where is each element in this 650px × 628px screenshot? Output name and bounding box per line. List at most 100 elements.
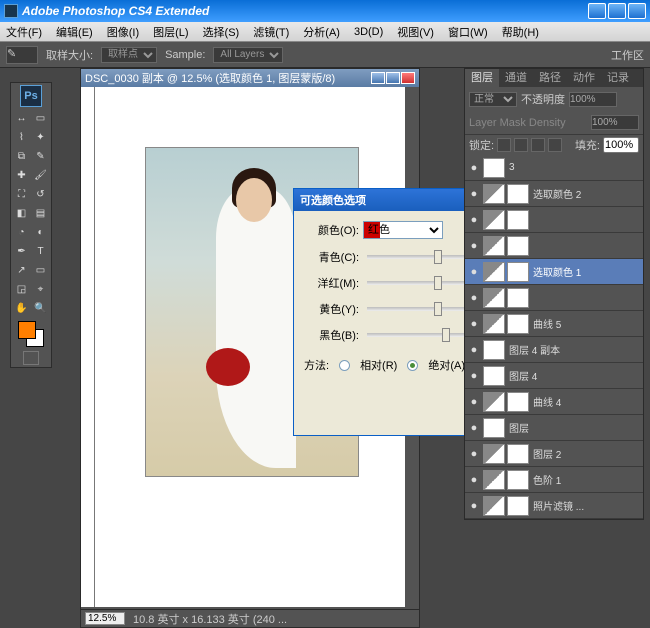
layer-row[interactable]: ● 图层 2 [465,441,643,467]
sample-size-select[interactable]: 取样点 [101,47,157,63]
layer-mask-thumb[interactable] [507,236,529,256]
visibility-icon[interactable]: ● [467,500,481,512]
layer-mask-thumb[interactable] [507,262,529,282]
layer-mask-thumb[interactable] [507,288,529,308]
layer-row[interactable]: ● 照片滤镜 ... [465,493,643,519]
tab-layers[interactable]: 图层 [465,69,499,87]
method-relative-radio[interactable] [339,360,350,371]
menu-view[interactable]: 视图(V) [397,24,434,40]
layer-thumb[interactable] [483,366,505,386]
camera-tool[interactable]: ⌖ [32,280,50,298]
layer-thumb[interactable] [483,236,505,256]
layer-mask-thumb[interactable] [507,210,529,230]
layer-row[interactable]: ● 图层 [465,415,643,441]
path-tool[interactable]: ↗ [13,261,31,279]
menu-layer[interactable]: 图层(L) [153,24,188,40]
tab-history[interactable]: 记录 [601,69,635,87]
stamp-tool[interactable]: ⛶ [13,185,31,203]
visibility-icon[interactable]: ● [467,474,481,486]
brush-tool[interactable]: 🖌 [32,166,50,184]
gradient-tool[interactable]: ▤ [32,204,50,222]
color-select[interactable]: 红色 [363,221,443,239]
tab-channels[interactable]: 通道 [499,69,533,87]
crop-tool[interactable]: ⧉ [13,147,31,165]
visibility-icon[interactable]: ● [467,396,481,408]
lock-pixels-icon[interactable] [514,138,528,152]
visibility-icon[interactable]: ● [467,292,481,304]
lock-position-icon[interactable] [531,138,545,152]
menu-window[interactable]: 窗口(W) [448,24,488,40]
lasso-tool[interactable]: ⌇ [13,128,31,146]
layer-thumb[interactable] [483,470,505,490]
layer-mask-thumb[interactable] [507,314,529,334]
layer-mask-thumb[interactable] [507,496,529,516]
layer-row[interactable]: ● 选取颜色 1 [465,259,643,285]
shape-tool[interactable]: ▭ [32,261,50,279]
layer-row[interactable]: ● [465,207,643,233]
eyedropper-tool[interactable]: ✎ [32,147,50,165]
text-tool[interactable]: T [32,242,50,260]
zoom-tool[interactable]: 🔍 [32,299,50,317]
ruler-vertical[interactable] [81,87,95,607]
layer-row[interactable]: ● 选取颜色 2 [465,181,643,207]
layer-thumb[interactable] [483,158,505,178]
color-swatch[interactable] [18,321,44,347]
doc-close[interactable] [401,72,415,84]
layer-mask-thumb[interactable] [507,470,529,490]
lock-all-icon[interactable] [548,138,562,152]
layer-thumb[interactable] [483,288,505,308]
layer-thumb[interactable] [483,444,505,464]
blur-tool[interactable]: ◔ [13,223,31,241]
menu-help[interactable]: 帮助(H) [502,24,539,40]
menu-file[interactable]: 文件(F) [6,24,42,40]
layer-thumb[interactable] [483,314,505,334]
visibility-icon[interactable]: ● [467,422,481,434]
layer-row[interactable]: ● 曲线 5 [465,311,643,337]
menu-analysis[interactable]: 分析(A) [303,24,340,40]
zoom-input[interactable] [85,612,125,625]
doc-maximize[interactable] [386,72,400,84]
visibility-icon[interactable]: ● [467,162,481,174]
visibility-icon[interactable]: ● [467,448,481,460]
3d-tool[interactable]: ◲ [13,280,31,298]
fill-input[interactable] [603,137,639,153]
history-brush-tool[interactable]: ↺ [32,185,50,203]
window-maximize[interactable] [608,3,626,19]
tab-actions[interactable]: 动作 [567,69,601,87]
layer-thumb[interactable] [483,496,505,516]
menu-filter[interactable]: 滤镜(T) [253,24,289,40]
quickmask-toggle[interactable] [23,351,39,365]
visibility-icon[interactable]: ● [467,318,481,330]
layer-thumb[interactable] [483,392,505,412]
wand-tool[interactable]: ✦ [32,128,50,146]
hand-tool[interactable]: ✋ [13,299,31,317]
eraser-tool[interactable]: ◧ [13,204,31,222]
layer-row[interactable]: ● [465,233,643,259]
visibility-icon[interactable]: ● [467,370,481,382]
layer-row[interactable]: ● 色阶 1 [465,467,643,493]
blend-mode-select[interactable]: 正常 [469,92,517,107]
eyedropper-tool-icon[interactable]: ✎ [6,46,38,64]
layer-thumb[interactable] [483,262,505,282]
layer-row[interactable]: ● 图层 4 副本 [465,337,643,363]
pen-tool[interactable]: ✒ [13,242,31,260]
layer-thumb[interactable] [483,184,505,204]
layer-mask-thumb[interactable] [507,444,529,464]
layer-mask-thumb[interactable] [507,392,529,412]
visibility-icon[interactable]: ● [467,214,481,226]
layer-mask-thumb[interactable] [507,184,529,204]
opacity-input[interactable] [569,92,617,107]
visibility-icon[interactable]: ● [467,188,481,200]
heal-tool[interactable]: ✚ [13,166,31,184]
method-absolute-radio[interactable] [407,360,418,371]
menu-select[interactable]: 选择(S) [203,24,240,40]
menu-image[interactable]: 图像(I) [107,24,139,40]
visibility-icon[interactable]: ● [467,344,481,356]
menu-3d[interactable]: 3D(D) [354,26,383,38]
layer-row[interactable]: ● [465,285,643,311]
sample-select[interactable]: All Layers [213,47,283,63]
doc-minimize[interactable] [371,72,385,84]
visibility-icon[interactable]: ● [467,266,481,278]
layer-row[interactable]: ● 3 [465,155,643,181]
layer-row[interactable]: ● 图层 4 [465,363,643,389]
